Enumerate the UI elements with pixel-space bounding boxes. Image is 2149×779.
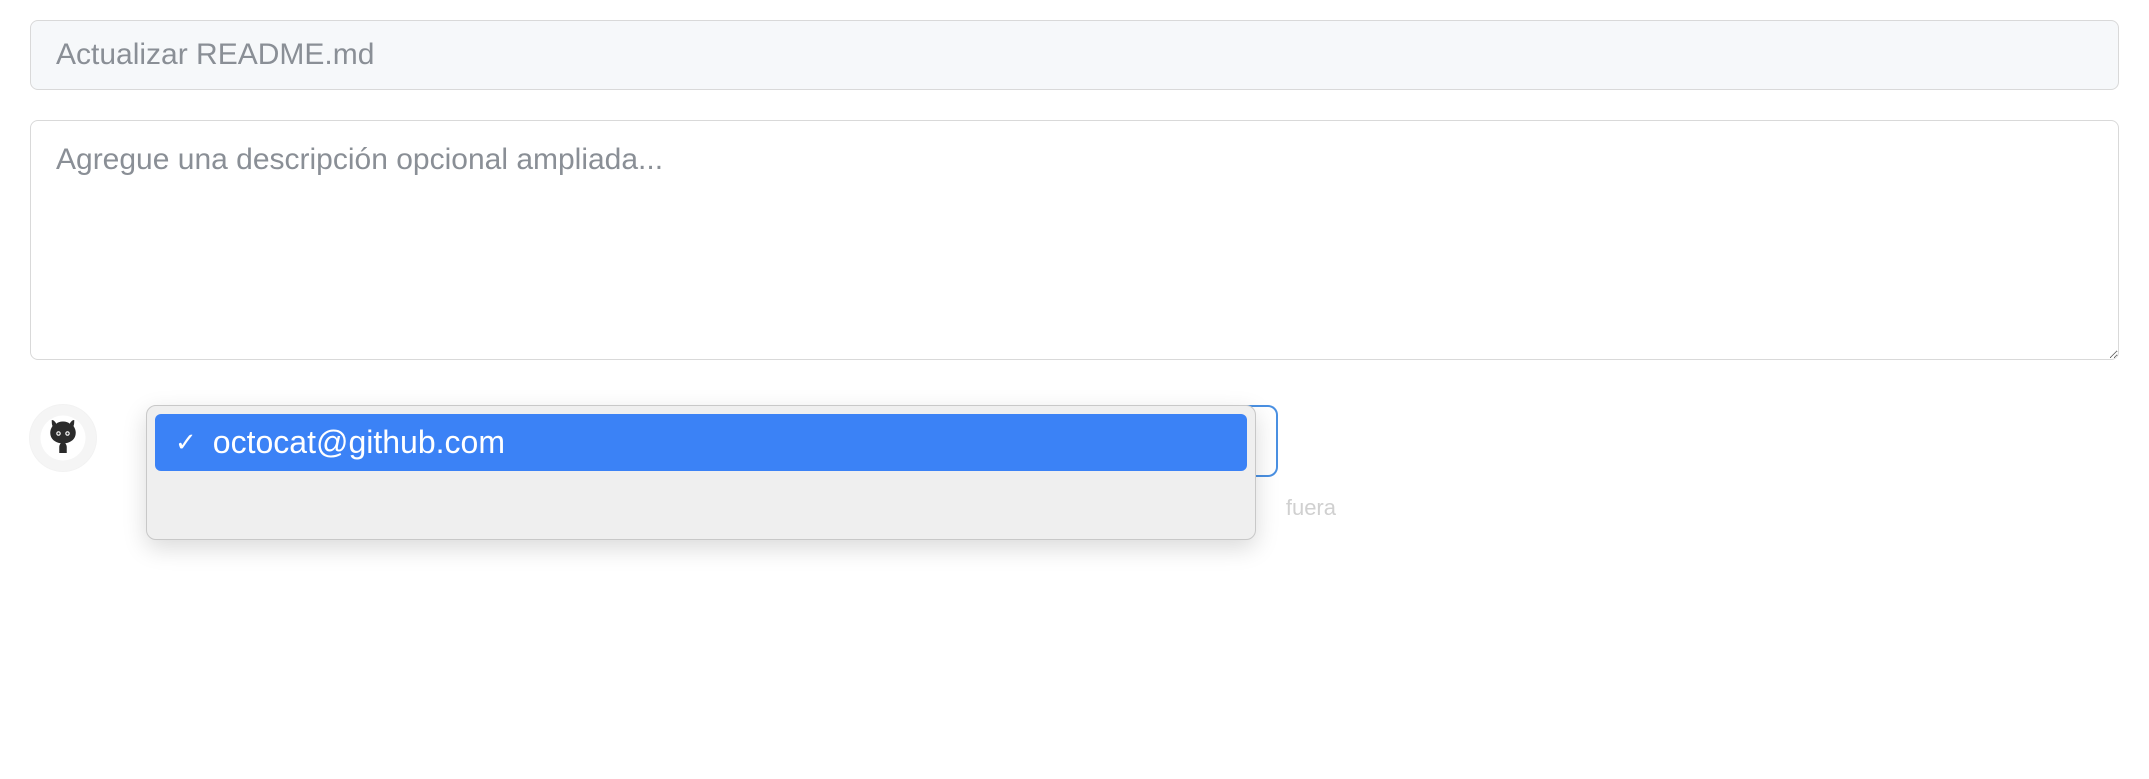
avatar <box>30 405 96 471</box>
author-email-label: octocat@github.com <box>213 424 505 461</box>
author-email-option[interactable]: ✓ octocat@github.com <box>155 414 1247 471</box>
commit-summary-input[interactable] <box>30 20 2119 90</box>
check-icon: ✓ <box>175 427 197 458</box>
commit-description-textarea[interactable] <box>30 120 2119 360</box>
dropdown-empty-area <box>155 471 1247 531</box>
octocat-icon <box>39 414 87 462</box>
commit-author-row: ✓ octocat@github.com fuera <box>30 405 2119 540</box>
background-faint-text: fuera <box>1286 495 1336 521</box>
author-email-dropdown: ✓ octocat@github.com <box>146 405 1256 540</box>
